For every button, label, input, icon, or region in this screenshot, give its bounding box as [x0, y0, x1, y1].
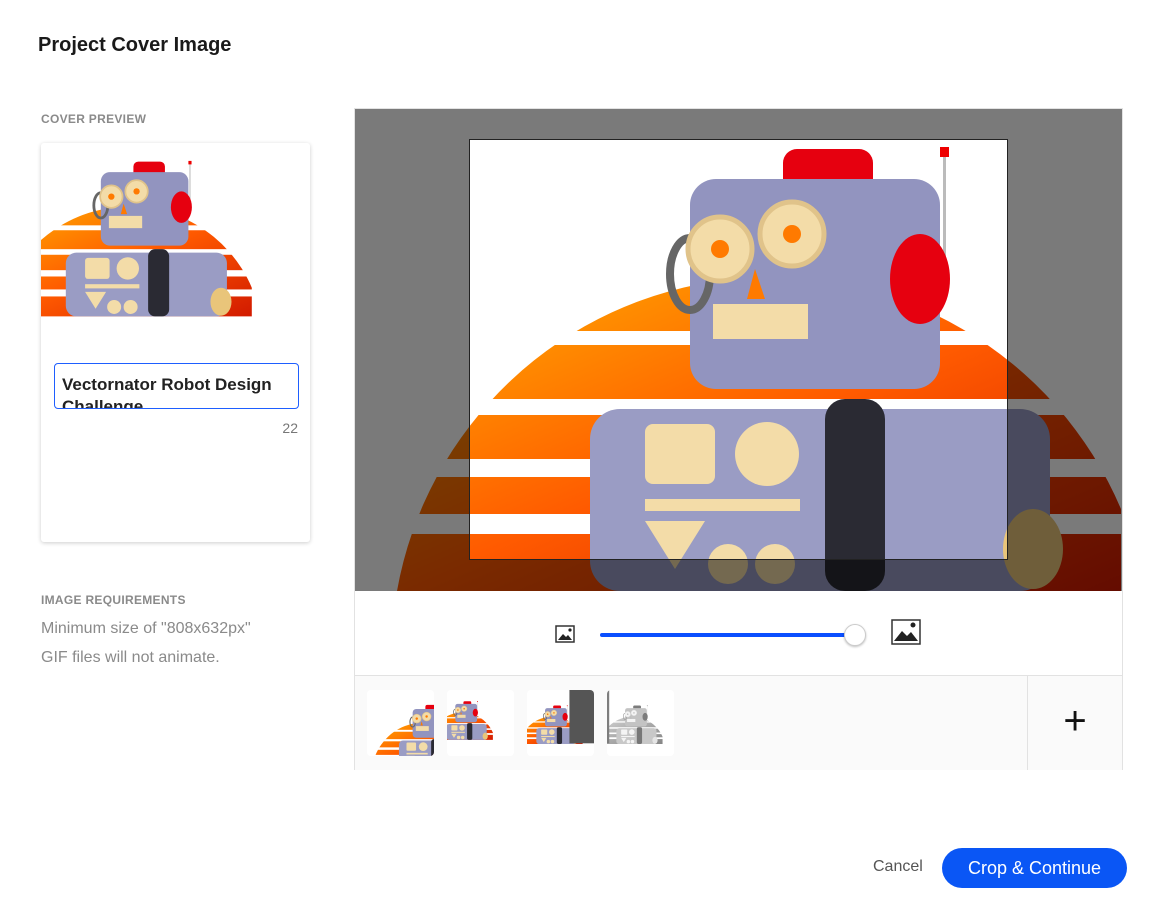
dialog-title: Project Cover Image: [38, 34, 232, 56]
cover-preview-image: [41, 143, 310, 352]
large-image-icon[interactable]: [891, 619, 921, 645]
thumbnail-robot-app-ui[interactable]: [527, 690, 594, 756]
zoom-controls: [355, 591, 1122, 676]
character-count: 22: [282, 420, 298, 436]
thumbnail-robot-wireframe[interactable]: [607, 690, 674, 756]
crop-box[interactable]: [469, 139, 1008, 560]
crop-stage[interactable]: [355, 109, 1122, 591]
image-requirements-label: IMAGE REQUIREMENTS: [41, 593, 186, 607]
cancel-button[interactable]: Cancel: [873, 858, 923, 876]
project-name-input[interactable]: Vectornator Robot Design Challenge: [54, 363, 299, 409]
zoom-slider-handle[interactable]: [844, 624, 866, 646]
thumbnail-robot-sunset[interactable]: [367, 690, 434, 756]
crop-continue-button[interactable]: Crop & Continue: [942, 848, 1127, 888]
zoom-slider-track[interactable]: [600, 633, 855, 637]
image-cropper: +: [354, 108, 1123, 770]
thumbnail-robot-closeup[interactable]: [447, 690, 514, 756]
image-thumbnails: +: [355, 676, 1122, 770]
small-image-icon[interactable]: [555, 625, 575, 643]
add-image-button[interactable]: +: [1027, 676, 1122, 770]
requirement-min-size: Minimum size of "808x632px": [41, 620, 251, 637]
cover-preview-card: Vectornator Robot Design Challenge 22: [41, 143, 310, 542]
requirement-gif: GIF files will not animate.: [41, 649, 220, 666]
cover-preview-label: COVER PREVIEW: [41, 112, 147, 126]
